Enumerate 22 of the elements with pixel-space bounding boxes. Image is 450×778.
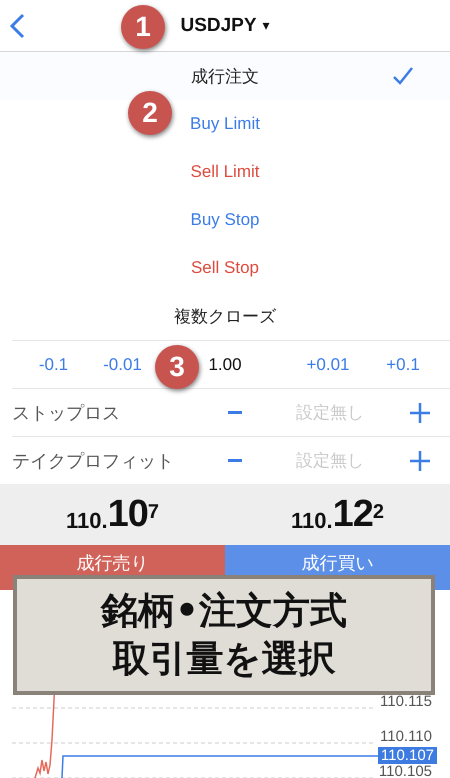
order-type-option[interactable]: 成行注文 <box>0 52 450 100</box>
plus-icon[interactable] <box>410 402 430 422</box>
step-badge: 3 <box>155 345 199 389</box>
level-label: テイクプロフィット <box>12 450 175 472</box>
minus-icon[interactable] <box>228 410 242 414</box>
caption-text: 銘柄•注文方式 <box>101 588 347 633</box>
axis-label: 110.115 <box>380 694 432 709</box>
symbol-selector[interactable]: USDJPY ▾ <box>180 14 270 36</box>
plus-icon[interactable] <box>410 450 430 470</box>
axis-label: 110.110 <box>380 729 432 744</box>
level-label: ストップロス <box>12 402 121 424</box>
minus-icon[interactable] <box>228 458 242 462</box>
step-badge: 1 <box>121 5 165 49</box>
volume-step-button[interactable]: -0.01 <box>103 354 142 374</box>
volume-step-button[interactable]: +0.01 <box>306 354 350 374</box>
checkmark-icon <box>392 66 414 86</box>
axis-label: 110.105 <box>378 764 432 778</box>
volume-value[interactable]: 1.00 <box>208 354 242 374</box>
volume-step-button[interactable]: +0.1 <box>386 354 420 374</box>
caption-text: 取引量を選択 <box>112 637 336 682</box>
volume-step-button[interactable]: -0.1 <box>38 354 68 374</box>
current-price-label: 110.107 <box>378 747 437 764</box>
